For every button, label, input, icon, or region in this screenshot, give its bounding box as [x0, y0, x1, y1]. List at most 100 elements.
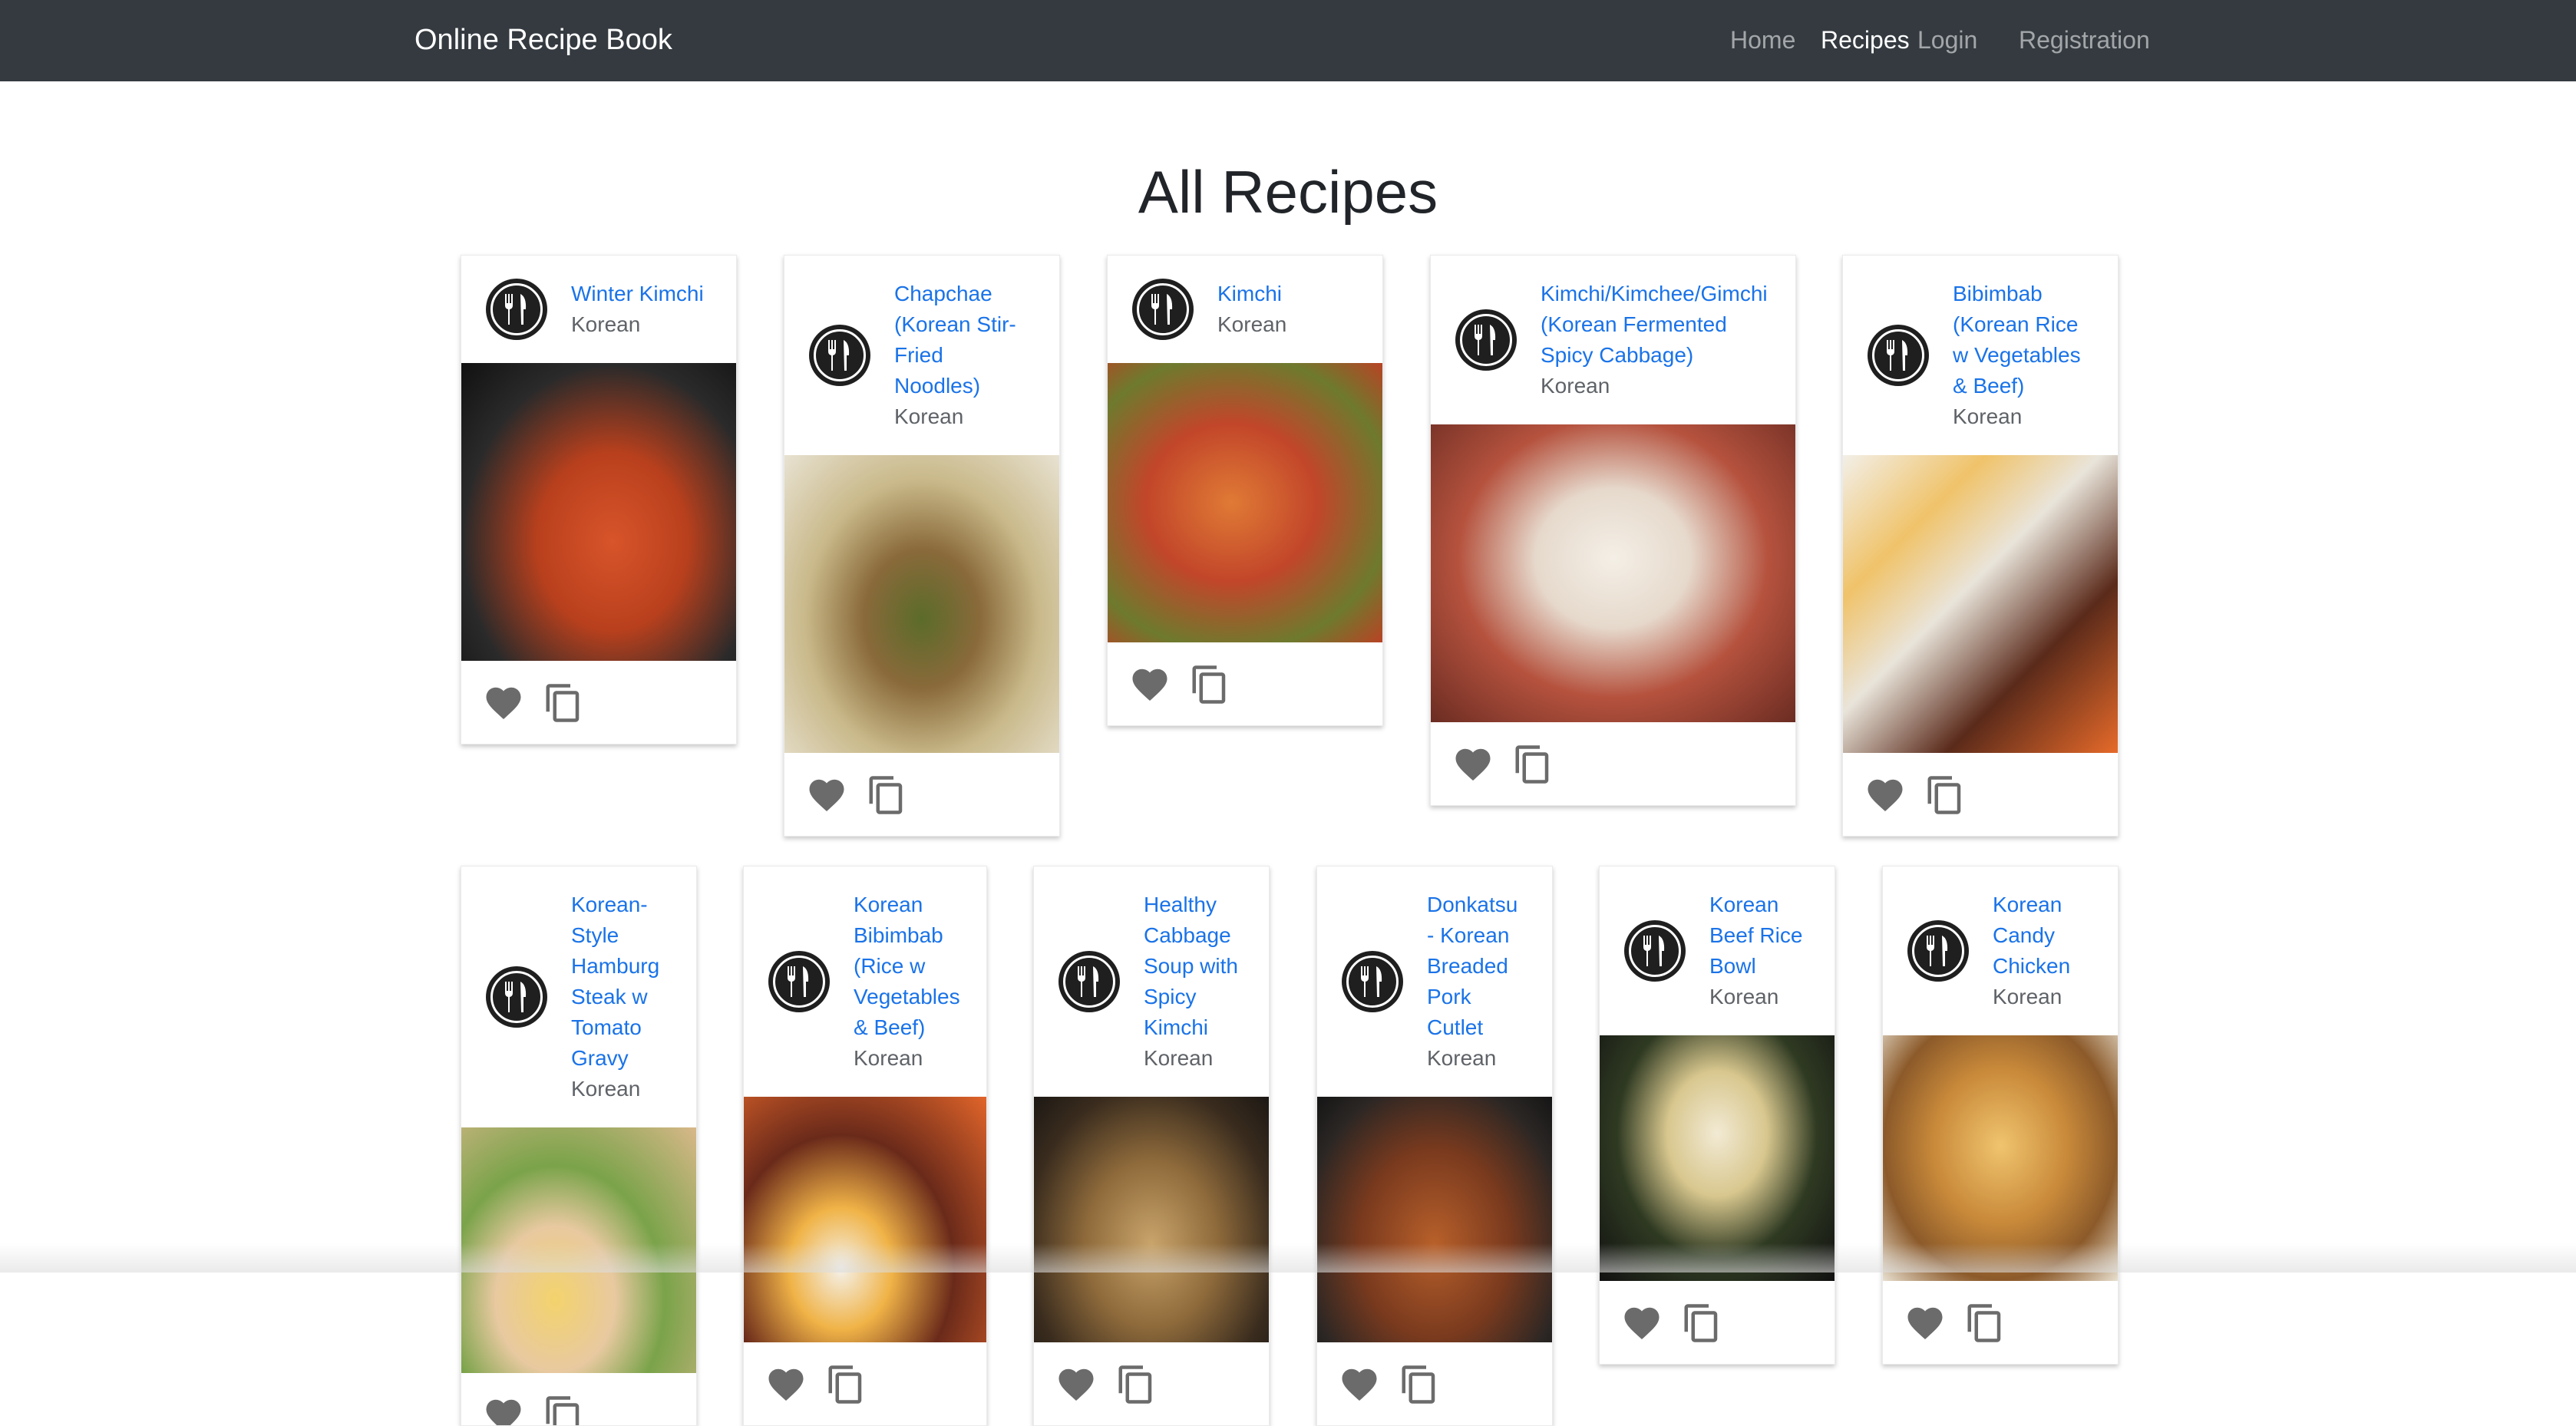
recipe-card-header: Korean- Style Hamburg Steak w Tomato Gravy Kor… — [461, 866, 696, 1127]
restaurant-icon — [1058, 951, 1120, 1012]
recipe-card-header: Kimchi/Kimchee/Gimchi (Korean Fermented Sp… — [1431, 256, 1795, 424]
copy-icon[interactable] — [866, 774, 907, 816]
recipe-title-link[interactable]: Korean Beef Rice Bowl — [1709, 890, 1827, 982]
restaurant-icon — [1907, 920, 1969, 982]
navbar: Online Recipe Book Home Recipes Login Re… — [0, 0, 2576, 81]
recipe-cuisine: Korean — [1953, 404, 2023, 428]
copy-icon[interactable] — [1399, 1364, 1440, 1405]
recipe-title-link[interactable]: Korean Bibimbab (Rice w Vegetables & Beef) — [854, 890, 979, 1043]
recipe-cuisine: Korean — [1217, 312, 1287, 336]
recipe-photo[interactable] — [1317, 1097, 1552, 1342]
recipe-cuisine: Korean — [1541, 374, 1610, 398]
recipe-card-header: Kimchi Korean — [1108, 256, 1382, 363]
heart-icon[interactable] — [765, 1364, 807, 1405]
recipe-cuisine: Korean — [1993, 985, 2062, 1008]
recipe-card-header: Korean Beef Rice Bowl Korean — [1600, 866, 1835, 1035]
recipe-card-header: Bibimbab (Korean Rice w Vegetables & Beef) K… — [1843, 256, 2118, 455]
recipe-card: Chapchae (Korean Stir- Fried Noodles) Korean — [784, 255, 1060, 837]
copy-icon[interactable] — [1964, 1302, 2006, 1344]
recipe-title-link[interactable]: Korean Candy Chicken — [1993, 890, 2110, 982]
recipe-cuisine: Korean — [854, 1046, 923, 1070]
restaurant-icon — [1132, 279, 1194, 340]
navbar-brand[interactable]: Online Recipe Book — [414, 20, 672, 60]
heart-icon[interactable] — [1864, 774, 1906, 816]
recipe-cuisine: Korean — [571, 1077, 641, 1101]
recipe-photo[interactable] — [784, 455, 1059, 753]
heart-icon[interactable] — [1904, 1302, 1946, 1344]
recipe-card-actions — [1600, 1281, 1835, 1364]
recipe-card-header: Korean Bibimbab (Rice w Vegetables & Beef) Ko… — [744, 866, 986, 1097]
recipe-title-link[interactable]: Kimchi/Kimchee/Gimchi (Korean Fermented Sp… — [1541, 279, 1788, 371]
restaurant-icon — [1868, 325, 1929, 386]
recipe-card: Winter Kimchi Korean — [461, 255, 737, 744]
nav-link-recipes[interactable]: Recipes — [1821, 20, 1910, 60]
copy-icon[interactable] — [1115, 1364, 1157, 1405]
recipe-card: Kimchi Korean — [1107, 255, 1383, 726]
recipe-card: Korean- Style Hamburg Steak w Tomato Gravy Kor… — [461, 866, 697, 1426]
recipe-title-link[interactable]: Winter Kimchi — [571, 279, 728, 309]
recipe-card-actions — [1883, 1281, 2118, 1364]
recipe-card-actions — [1317, 1342, 1552, 1425]
recipe-card: Donkatsu - Korean Breaded Pork Cutlet Korean — [1316, 866, 1553, 1426]
recipe-title-link[interactable]: Korean- Style Hamburg Steak w Tomato Gravy — [571, 890, 689, 1074]
recipe-card-header: Korean Candy Chicken Korean — [1883, 866, 2118, 1035]
copy-icon[interactable] — [543, 1395, 584, 1425]
recipe-card-header: Healthy Cabbage Soup with Spicy Kimchi Korean — [1034, 866, 1269, 1097]
copy-icon[interactable] — [825, 1364, 867, 1405]
recipe-card: Healthy Cabbage Soup with Spicy Kimchi Korean — [1033, 866, 1270, 1426]
copy-icon[interactable] — [1924, 774, 1966, 816]
recipe-card-actions — [461, 1373, 696, 1425]
copy-icon[interactable] — [1681, 1302, 1722, 1344]
recipe-cuisine: Korean — [1427, 1046, 1497, 1070]
recipe-photo[interactable] — [1843, 455, 2118, 753]
heart-icon[interactable] — [1129, 664, 1171, 705]
restaurant-icon — [809, 325, 870, 386]
page-title: All Recipes — [1138, 158, 1438, 226]
copy-icon[interactable] — [1512, 744, 1554, 785]
heart-icon[interactable] — [1055, 1364, 1097, 1405]
recipe-card-actions — [784, 753, 1059, 836]
recipe-card-header: Winter Kimchi Korean — [461, 256, 736, 363]
recipe-card-header: Donkatsu - Korean Breaded Pork Cutlet Korean — [1317, 866, 1552, 1097]
heart-icon[interactable] — [483, 1395, 524, 1425]
recipe-title-link[interactable]: Chapchae (Korean Stir- Fried Noodles) — [894, 279, 1052, 401]
recipe-cuisine: Korean — [1144, 1046, 1214, 1070]
recipe-card-header: Chapchae (Korean Stir- Fried Noodles) Korean — [784, 256, 1059, 455]
recipe-photo[interactable] — [1034, 1097, 1269, 1342]
nav-link-home[interactable]: Home — [1730, 20, 1795, 60]
recipe-title-link[interactable]: Kimchi — [1217, 279, 1375, 309]
restaurant-icon — [1624, 920, 1686, 982]
recipe-card-actions — [1034, 1342, 1269, 1425]
recipe-photo[interactable] — [1431, 424, 1795, 722]
recipe-title-link[interactable]: Bibimbab (Korean Rice w Vegetables & Beef) — [1953, 279, 2110, 401]
recipe-card-actions — [1431, 722, 1795, 805]
recipe-title-link[interactable]: Healthy Cabbage Soup with Spicy Kimchi — [1144, 890, 1261, 1043]
recipe-card: Kimchi/Kimchee/Gimchi (Korean Fermented Sp… — [1430, 255, 1796, 806]
heart-icon[interactable] — [806, 774, 847, 816]
nav-link-registration[interactable]: Registration — [2019, 20, 2150, 60]
scroll-shadow — [0, 1243, 2576, 1273]
recipe-card: Bibimbab (Korean Rice w Vegetables & Beef) K… — [1842, 255, 2119, 837]
recipe-card: Korean Bibimbab (Rice w Vegetables & Beef) Ko… — [743, 866, 987, 1426]
recipe-card-actions — [744, 1342, 986, 1425]
heart-icon[interactable] — [483, 682, 524, 724]
recipe-photo[interactable] — [461, 363, 736, 661]
recipe-cuisine: Korean — [1709, 985, 1779, 1008]
restaurant-icon — [486, 966, 547, 1028]
restaurant-icon — [1342, 951, 1403, 1012]
recipe-card-actions — [1108, 642, 1382, 725]
recipe-card: Korean Beef Rice Bowl Korean — [1599, 866, 1835, 1365]
restaurant-icon — [768, 951, 830, 1012]
copy-icon[interactable] — [1189, 664, 1230, 705]
restaurant-icon — [486, 279, 547, 340]
heart-icon[interactable] — [1339, 1364, 1380, 1405]
recipe-card-actions — [1843, 753, 2118, 836]
recipe-photo[interactable] — [1108, 363, 1382, 642]
heart-icon[interactable] — [1621, 1302, 1663, 1344]
recipe-card-actions — [461, 661, 736, 744]
recipe-photo[interactable] — [744, 1097, 986, 1342]
nav-link-login[interactable]: Login — [1917, 20, 1977, 60]
copy-icon[interactable] — [543, 682, 584, 724]
heart-icon[interactable] — [1452, 744, 1494, 785]
recipe-title-link[interactable]: Donkatsu - Korean Breaded Pork Cutlet — [1427, 890, 1544, 1043]
